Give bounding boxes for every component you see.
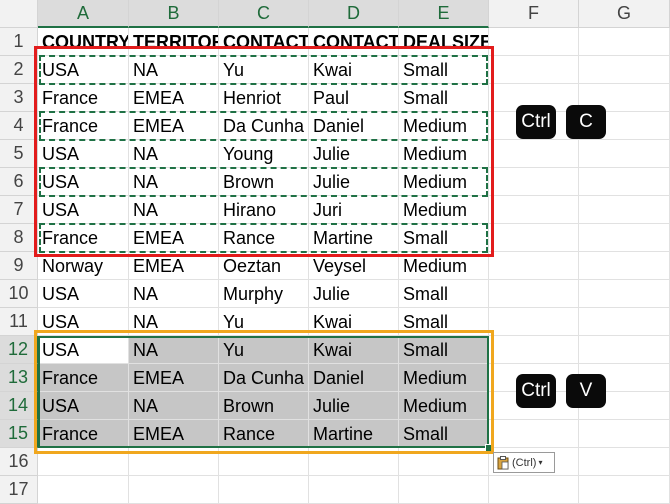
cell-g15[interactable] <box>579 420 670 448</box>
cell-g9[interactable] <box>579 252 670 280</box>
row-header-2[interactable]: 2 <box>0 56 38 84</box>
row-header-5[interactable]: 5 <box>0 140 38 168</box>
cell-g6[interactable] <box>579 168 670 196</box>
cell-g12[interactable] <box>579 336 670 364</box>
row-header-4[interactable]: 4 <box>0 112 38 140</box>
cell-b10[interactable]: NA <box>129 280 219 308</box>
row-header-15[interactable]: 15 <box>0 420 38 448</box>
cell-e10[interactable]: Small <box>399 280 489 308</box>
chevron-down-icon: ▾ <box>538 458 543 467</box>
cell-f15[interactable] <box>489 420 579 448</box>
cell-f10[interactable] <box>489 280 579 308</box>
cell-a10[interactable]: USA <box>38 280 129 308</box>
c-key-label: C <box>579 111 593 132</box>
row-header-13[interactable]: 13 <box>0 364 38 392</box>
copied-range-highlight <box>34 46 494 257</box>
column-header-e[interactable]: E <box>399 0 489 28</box>
row-header-8[interactable]: 8 <box>0 224 38 252</box>
c-key: C <box>566 105 606 139</box>
cell-f5[interactable] <box>489 140 579 168</box>
cell-g2[interactable] <box>579 56 670 84</box>
row-header-6[interactable]: 6 <box>0 168 38 196</box>
cell-f8[interactable] <box>489 224 579 252</box>
cell-g10[interactable] <box>579 280 670 308</box>
cell-d10[interactable]: Julie <box>309 280 399 308</box>
cell-g8[interactable] <box>579 224 670 252</box>
column-header-a[interactable]: A <box>38 0 129 28</box>
cell-f6[interactable] <box>489 168 579 196</box>
cell-f1[interactable] <box>489 28 579 56</box>
cell-e17[interactable] <box>399 476 489 504</box>
cell-g7[interactable] <box>579 196 670 224</box>
column-header-f[interactable]: F <box>489 0 579 28</box>
column-header-d[interactable]: D <box>309 0 399 28</box>
ctrl-key-paste: Ctrl <box>516 374 556 408</box>
cell-c17[interactable] <box>219 476 309 504</box>
cell-b17[interactable] <box>129 476 219 504</box>
row-header-16[interactable]: 16 <box>0 448 38 476</box>
pasted-range-highlight <box>34 330 494 454</box>
cell-f7[interactable] <box>489 196 579 224</box>
cell-d17[interactable] <box>309 476 399 504</box>
row-header-17[interactable]: 17 <box>0 476 38 504</box>
row-header-11[interactable]: 11 <box>0 308 38 336</box>
paste-options-button[interactable]: (Ctrl) ▾ <box>493 452 555 473</box>
row-header-12[interactable]: 12 <box>0 336 38 364</box>
cell-f9[interactable] <box>489 252 579 280</box>
cell-g16[interactable] <box>579 448 670 476</box>
cell-f11[interactable] <box>489 308 579 336</box>
cell-f12[interactable] <box>489 336 579 364</box>
cell-g17[interactable] <box>579 476 670 504</box>
row-header-1[interactable]: 1 <box>0 28 38 56</box>
ctrl-key-label: Ctrl <box>521 380 551 401</box>
cell-g1[interactable] <box>579 28 670 56</box>
cell-f17[interactable] <box>489 476 579 504</box>
row-header-7[interactable]: 7 <box>0 196 38 224</box>
clipboard-icon <box>497 455 509 469</box>
ctrl-key-label: Ctrl <box>521 111 551 132</box>
column-header-g[interactable]: G <box>579 0 670 28</box>
paste-options-label: (Ctrl) <box>512 456 537 469</box>
cell-g5[interactable] <box>579 140 670 168</box>
row-header-14[interactable]: 14 <box>0 392 38 420</box>
row-header-10[interactable]: 10 <box>0 280 38 308</box>
cell-c10[interactable]: Murphy <box>219 280 309 308</box>
ctrl-key-copy: Ctrl <box>516 105 556 139</box>
cell-a17[interactable] <box>38 476 129 504</box>
column-header-c[interactable]: C <box>219 0 309 28</box>
row-header-3[interactable]: 3 <box>0 84 38 112</box>
row-header-9[interactable]: 9 <box>0 252 38 280</box>
v-key: V <box>566 374 606 408</box>
column-header-b[interactable]: B <box>129 0 219 28</box>
v-key-label: V <box>579 380 593 401</box>
select-all-corner[interactable] <box>0 0 38 28</box>
cell-g11[interactable] <box>579 308 670 336</box>
cell-f2[interactable] <box>489 56 579 84</box>
